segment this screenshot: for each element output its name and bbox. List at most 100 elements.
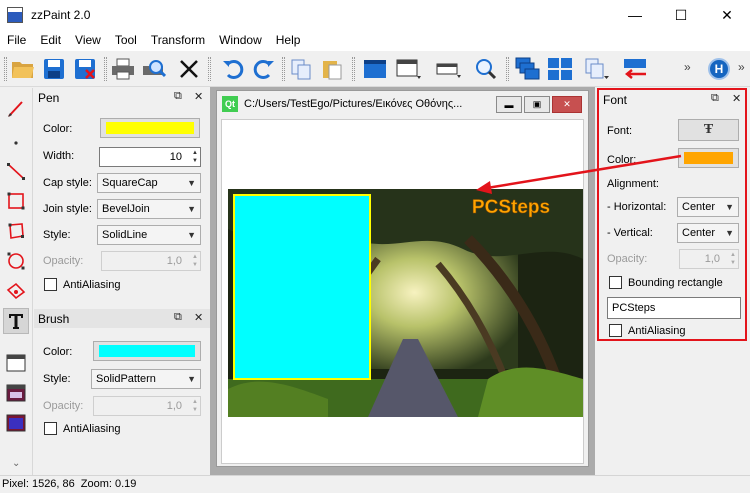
rectangle-tool-icon[interactable] xyxy=(3,188,29,214)
spin-arrows-icon[interactable]: ▲ ▼ xyxy=(192,149,198,165)
cascade-icon[interactable] xyxy=(515,56,541,82)
cut-icon[interactable] xyxy=(176,56,202,82)
toolbar-overflow-button[interactable]: » xyxy=(684,60,691,74)
copy-icon[interactable] xyxy=(288,56,314,82)
polygon-tool-icon[interactable] xyxy=(3,218,29,244)
tool-palette: ⌄ xyxy=(0,88,33,475)
brush-antialias-checkbox[interactable]: AntiAliasing xyxy=(44,422,120,435)
brush-float-icon[interactable]: ⧉ xyxy=(174,311,182,324)
copy-dropdown-icon[interactable] xyxy=(584,56,610,82)
pen-style-select[interactable]: SolidLine ▼ xyxy=(97,225,201,245)
help-button[interactable]: H xyxy=(708,58,730,80)
toolbar-overflow-button-2[interactable]: » xyxy=(738,60,745,74)
vertical-align-select[interactable]: Center ▼ xyxy=(677,223,739,243)
pen-antialias-checkbox[interactable]: AntiAliasing xyxy=(44,278,120,291)
save-icon[interactable] xyxy=(41,56,67,82)
drawing-canvas[interactable]: PCSteps xyxy=(221,119,584,464)
window-dropdown-icon[interactable] xyxy=(436,56,462,82)
brush-color-label: Color: xyxy=(43,346,73,358)
pen-cap-select[interactable]: SquareCap ▼ xyxy=(97,173,201,193)
zoom-icon[interactable] xyxy=(473,56,499,82)
font-float-icon[interactable]: ⧉ xyxy=(711,92,719,105)
brush-panel-title: Brush xyxy=(34,309,210,328)
pen-opacity-spinbox[interactable]: 1,0 ▲ ▼ xyxy=(101,251,201,271)
font-label: Font: xyxy=(607,125,633,137)
print-icon[interactable] xyxy=(110,56,136,82)
font-opacity-spinbox[interactable]: 1,0 ▲ ▼ xyxy=(679,249,739,269)
brush-opacity-spinbox[interactable]: 1,0 ▲ ▼ xyxy=(93,396,201,416)
brush-style-select[interactable]: SolidPattern ▼ xyxy=(91,369,201,389)
spin-arrows-icon[interactable]: ▲ ▼ xyxy=(192,398,198,414)
pen-color-button[interactable] xyxy=(100,118,200,138)
menu-file[interactable]: File xyxy=(0,30,33,51)
maximize-button[interactable]: ☐ xyxy=(658,0,704,30)
checkbox-box[interactable] xyxy=(44,422,57,435)
brush-title-text: Brush xyxy=(38,311,70,326)
doc-minimize-button[interactable]: ▬ xyxy=(496,96,522,113)
font-antialias-checkbox[interactable]: AntiAliasing xyxy=(609,324,685,337)
forest-photo[interactable]: PCSteps xyxy=(228,189,583,417)
layers-tool-icon[interactable] xyxy=(3,410,29,436)
menu-tool[interactable]: Tool xyxy=(108,30,144,51)
toolbox-more-icon[interactable]: ⌄ xyxy=(12,458,20,469)
window-tool-icon[interactable] xyxy=(3,350,29,376)
menu-window[interactable]: Window xyxy=(212,30,269,51)
toolbar-grip[interactable] xyxy=(4,57,7,81)
bounding-rect-checkbox[interactable]: Bounding rectangle xyxy=(609,276,723,289)
line-tool-icon[interactable] xyxy=(3,158,29,184)
spin-arrows-icon[interactable]: ▲ ▼ xyxy=(192,253,198,269)
rotated-shape-tool-icon[interactable] xyxy=(3,278,29,304)
font-close-icon[interactable]: ✕ xyxy=(732,92,741,105)
doc-close-button[interactable]: ✕ xyxy=(552,96,582,113)
pen-join-select[interactable]: BevelJoin ▼ xyxy=(97,199,201,219)
checkbox-box[interactable] xyxy=(609,276,622,289)
paste-icon[interactable] xyxy=(319,56,345,82)
font-picker-button[interactable]: Ŧ xyxy=(678,119,739,141)
text-content-value: PCSteps xyxy=(612,302,656,314)
window-dark-icon[interactable] xyxy=(396,56,422,82)
print-preview-icon[interactable] xyxy=(141,56,167,82)
undo-icon[interactable] xyxy=(220,56,246,82)
font-title-text: Font xyxy=(603,92,628,107)
close-button[interactable]: ✕ xyxy=(704,0,750,30)
doc-restore-button[interactable]: ▣ xyxy=(524,96,550,113)
menu-edit[interactable]: Edit xyxy=(33,30,68,51)
font-opacity-value: 1,0 xyxy=(704,253,720,265)
mdi-area: Qt C:/Users/TestEgo/Pictures/Εικόνες Οθό… xyxy=(210,87,595,475)
open-folder-icon[interactable] xyxy=(10,56,36,82)
ellipse-tool-icon[interactable] xyxy=(3,248,29,274)
horizontal-align-select[interactable]: Center ▼ xyxy=(677,197,739,217)
pen-width-spinbox[interactable]: 10 ▲ ▼ xyxy=(99,147,201,167)
tile-icon[interactable] xyxy=(547,56,573,82)
pen-close-icon[interactable]: ✕ xyxy=(194,90,203,103)
checkbox-box[interactable] xyxy=(44,278,57,291)
pen-title-text: Pen xyxy=(38,90,60,105)
pen-float-icon[interactable]: ⧉ xyxy=(174,90,182,103)
brush-panel: Brush ⧉ ✕ Color: Style: SolidPattern ▼ Op… xyxy=(34,309,210,444)
document-title-bar[interactable]: Qt C:/Users/TestEgo/Pictures/Εικόνες Οθό… xyxy=(217,91,588,117)
menu-help[interactable]: Help xyxy=(269,30,308,51)
toolbar-separator xyxy=(208,57,211,81)
brush-opacity-value: 1,0 xyxy=(166,400,182,412)
menu-transform[interactable]: Transform xyxy=(144,30,212,51)
text-tool-icon[interactable] xyxy=(3,308,29,334)
arrow-left-icon[interactable] xyxy=(622,56,648,82)
brush-color-button[interactable] xyxy=(93,341,201,361)
point-tool-icon[interactable] xyxy=(3,128,29,154)
redo-icon[interactable] xyxy=(251,56,277,82)
save-as-icon[interactable] xyxy=(72,56,98,82)
pen-width-label: Width: xyxy=(43,150,75,162)
minimize-button[interactable]: — xyxy=(612,0,658,30)
spin-arrows-icon[interactable]: ▲ ▼ xyxy=(730,251,736,267)
brush-close-icon[interactable]: ✕ xyxy=(194,311,203,324)
window-blue-icon[interactable] xyxy=(362,56,388,82)
checkbox-box[interactable] xyxy=(609,324,622,337)
pencil-tool-icon[interactable] xyxy=(3,96,29,122)
forest-photo-image: PCSteps xyxy=(228,189,583,417)
text-content-input[interactable]: PCSteps xyxy=(607,297,741,319)
font-color-button[interactable] xyxy=(678,148,739,168)
menu-view[interactable]: View xyxy=(68,30,108,51)
pen-panel-title: Pen xyxy=(34,88,210,107)
horizontal-label: - Horizontal: xyxy=(607,201,667,213)
image-window-tool-icon[interactable] xyxy=(3,380,29,406)
